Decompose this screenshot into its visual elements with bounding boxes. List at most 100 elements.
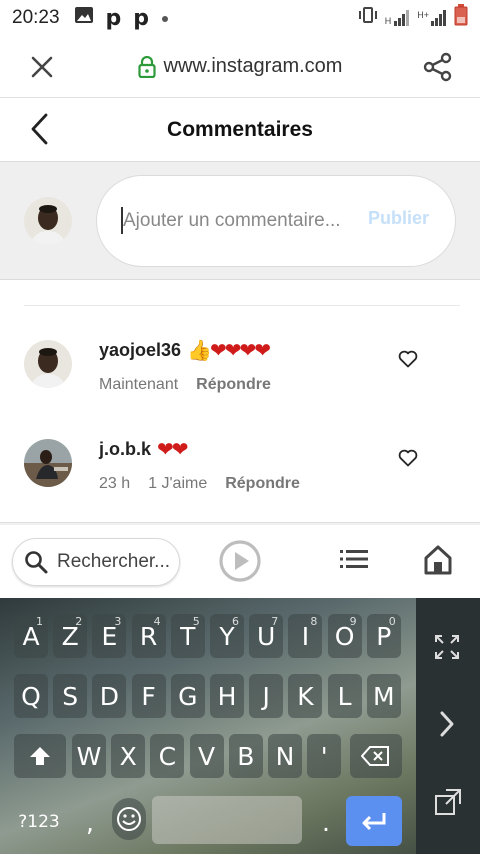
- key-hint: 4: [153, 615, 161, 628]
- status-bar: 20:23 p p H H+: [0, 0, 480, 36]
- reply-button[interactable]: Répondre: [196, 376, 271, 394]
- key-label: B: [237, 741, 255, 771]
- menu-button[interactable]: [340, 549, 368, 574]
- key[interactable]: B: [228, 734, 263, 778]
- expand-icon[interactable]: [434, 634, 460, 665]
- key-hint: 8: [310, 615, 318, 628]
- key-label: Q: [21, 681, 41, 711]
- avatar[interactable]: [24, 340, 72, 388]
- key-hint: 3: [114, 615, 122, 628]
- key[interactable]: G: [170, 674, 205, 718]
- key[interactable]: T5: [170, 614, 205, 658]
- comment-text: 👍❤❤❤❤: [187, 340, 271, 362]
- signal-hplus-icon: H+: [417, 10, 448, 26]
- shift-icon: [30, 747, 50, 765]
- publish-button[interactable]: Publier: [368, 208, 429, 229]
- key-label: D: [99, 681, 120, 711]
- url-text: www.instagram.com: [163, 55, 343, 77]
- key-label: W: [76, 741, 102, 771]
- close-icon: [31, 56, 53, 77]
- key-label: ': [320, 741, 328, 771]
- page-title: Commentaires: [167, 117, 313, 141]
- key-hint: 9: [349, 615, 357, 628]
- key[interactable]: H: [210, 674, 244, 718]
- key[interactable]: J: [249, 674, 284, 718]
- comments-header: Commentaires: [0, 98, 480, 162]
- share-icon: [423, 52, 452, 81]
- key[interactable]: K: [288, 674, 323, 718]
- comment-input[interactable]: Ajouter un commentaire... Publier: [96, 174, 456, 267]
- chevron-left-icon: [31, 113, 48, 145]
- heart-icon: [398, 350, 418, 368]
- chevron-right-icon[interactable]: [438, 710, 456, 743]
- p-icon: p: [133, 5, 150, 31]
- key-label: L: [337, 681, 352, 711]
- key[interactable]: Y6: [210, 614, 244, 658]
- key-label: S: [62, 681, 79, 711]
- key[interactable]: I8: [288, 614, 323, 658]
- close-button[interactable]: [0, 55, 84, 79]
- url-bar[interactable]: www.instagram.com: [84, 55, 396, 78]
- backspace-key[interactable]: [350, 734, 402, 778]
- shift-key[interactable]: [14, 734, 66, 778]
- key-label: N: [275, 741, 295, 771]
- play-button[interactable]: [218, 539, 262, 588]
- key[interactable]: U7: [249, 614, 284, 658]
- heart-icon: [398, 449, 418, 467]
- status-time: 20:23: [12, 7, 60, 28]
- home-icon: [424, 545, 452, 575]
- comment-likes[interactable]: 1 J'aime: [148, 475, 207, 493]
- key[interactable]: C: [150, 734, 185, 778]
- avatar[interactable]: [24, 439, 72, 487]
- key-label: X: [119, 741, 137, 771]
- comment-time: 23 h: [99, 475, 131, 492]
- key[interactable]: L: [327, 674, 362, 718]
- key-hint: 5: [192, 615, 200, 628]
- comma-key[interactable]: ,: [72, 800, 108, 844]
- external-link-icon[interactable]: [434, 788, 462, 821]
- key[interactable]: X: [111, 734, 146, 778]
- comment-username[interactable]: j.o.b.k: [99, 439, 151, 460]
- key[interactable]: W: [72, 734, 106, 778]
- key-label: G: [178, 681, 198, 711]
- comment-username[interactable]: yaojoel36: [99, 340, 181, 361]
- key[interactable]: A1: [14, 614, 48, 658]
- key[interactable]: ': [307, 734, 342, 778]
- browser-bar: www.instagram.com: [0, 36, 480, 98]
- key[interactable]: Z2: [53, 614, 88, 658]
- key[interactable]: S: [53, 674, 88, 718]
- key[interactable]: N: [268, 734, 302, 778]
- key[interactable]: Q: [14, 674, 48, 718]
- key-label: I: [301, 621, 310, 651]
- key[interactable]: R4: [131, 614, 166, 658]
- home-button[interactable]: [424, 545, 452, 580]
- period-key[interactable]: .: [308, 800, 344, 844]
- space-key[interactable]: [152, 796, 302, 844]
- symbols-key[interactable]: ?123: [10, 800, 68, 844]
- key[interactable]: M: [366, 674, 401, 718]
- backspace-icon: [361, 746, 389, 766]
- emoji-key[interactable]: [112, 798, 146, 840]
- enter-key[interactable]: [346, 796, 402, 846]
- key[interactable]: D: [92, 674, 127, 718]
- key[interactable]: F: [131, 674, 166, 718]
- key-label: F: [141, 681, 156, 711]
- search-icon: [25, 550, 48, 573]
- like-button[interactable]: [398, 350, 418, 373]
- key-hint: 7: [271, 615, 279, 628]
- key[interactable]: O9: [327, 614, 362, 658]
- emoji-icon: [117, 807, 141, 831]
- share-button[interactable]: [396, 52, 480, 82]
- reply-button[interactable]: Répondre: [225, 475, 300, 493]
- like-button[interactable]: [398, 449, 418, 472]
- back-button[interactable]: [28, 112, 52, 151]
- key-label: K: [297, 681, 314, 711]
- key[interactable]: V: [189, 734, 224, 778]
- search-button[interactable]: Rechercher...: [12, 537, 180, 586]
- comment-item: yaojoel36 👍❤❤❤❤ Maintenant Répondre: [0, 336, 480, 406]
- key-hint: 6: [232, 615, 239, 628]
- key[interactable]: P0: [366, 614, 401, 658]
- comment-composer: Ajouter un commentaire... Publier: [0, 162, 480, 280]
- key[interactable]: E3: [92, 614, 127, 658]
- key-label: H: [217, 681, 237, 711]
